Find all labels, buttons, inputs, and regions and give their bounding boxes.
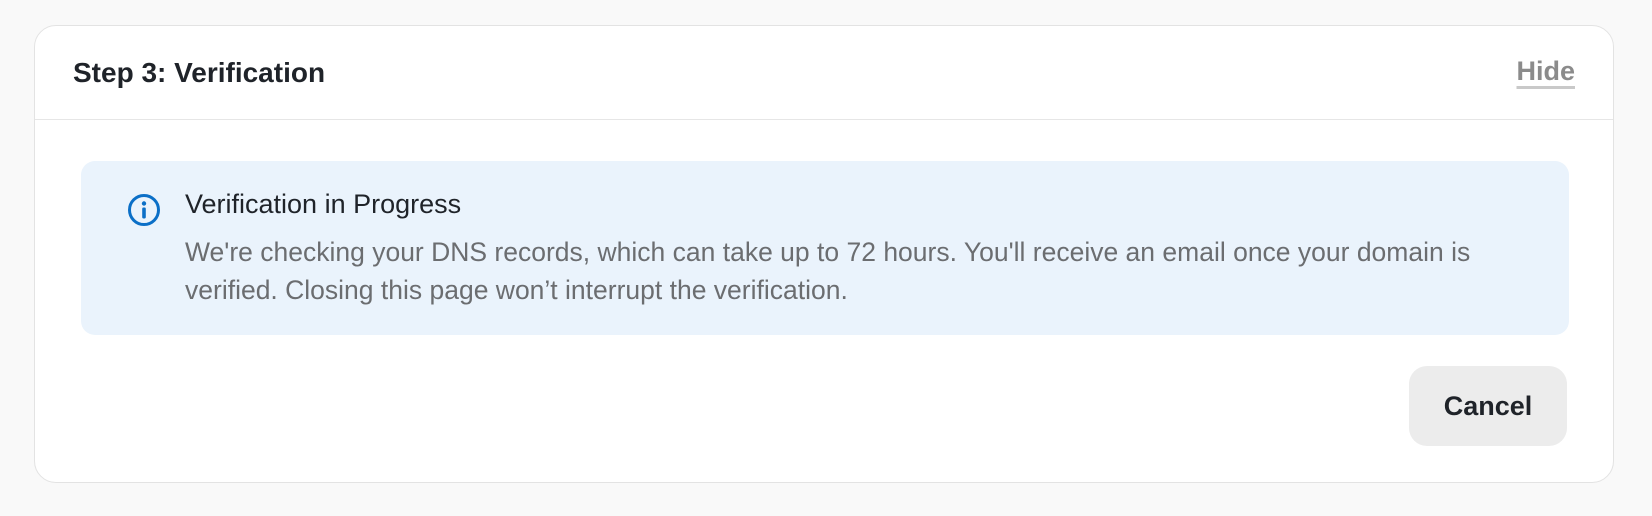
cancel-button[interactable]: Cancel [1409, 366, 1567, 446]
step-title: Step 3: Verification [73, 57, 326, 88]
card-header: Step 3: Verification Hide [35, 26, 1613, 120]
hide-link[interactable]: Hide [1516, 54, 1575, 88]
notice-message: We're checking your DNS records, which c… [185, 237, 1471, 305]
verification-step-card: Step 3: Verification Hide Verification i… [34, 25, 1614, 483]
verification-progress-notice: Verification in Progress We're checking … [81, 161, 1569, 335]
info-icon [128, 194, 160, 226]
notice-title: Verification in Progress [185, 189, 462, 219]
